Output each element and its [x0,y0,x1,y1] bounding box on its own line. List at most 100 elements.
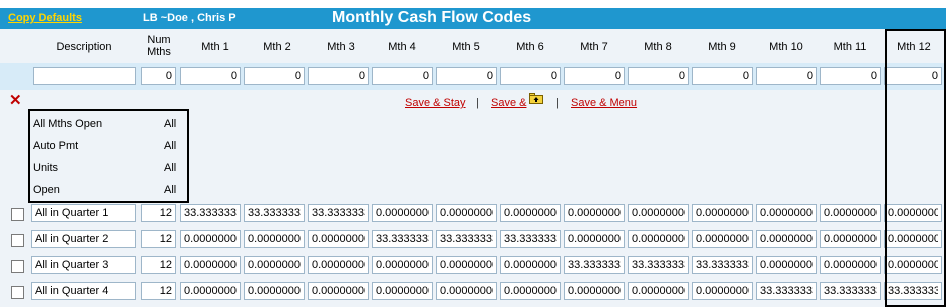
row-mth-4-input[interactable] [372,230,433,248]
row-num-mths-input[interactable] [141,282,176,300]
save-menu-link[interactable]: Save & Menu [571,97,637,109]
row-mth-2-input[interactable] [244,282,305,300]
row-mth-9-input[interactable] [692,256,753,274]
row-mth-4-input[interactable] [372,204,433,222]
row-mth-2-input[interactable] [244,256,305,274]
column-header-mth-10: Mth 10 [769,41,803,53]
row-mth-1-input[interactable] [180,230,241,248]
row-mth-8-input[interactable] [628,256,689,274]
title-bar: Copy Defaults LB ~Doe , Chris P Monthly … [0,8,946,29]
option-label: Auto Pmt [33,140,79,152]
row-mth-8-input[interactable] [628,204,689,222]
row-description-input[interactable] [31,282,136,300]
column-header-mth-8: Mth 8 [644,41,672,53]
row-mth-10-input[interactable] [756,282,817,300]
mth-2-input[interactable] [244,67,305,85]
mth-6-input[interactable] [500,67,561,85]
row-mth-8-input[interactable] [628,230,689,248]
row-mth-11-input[interactable] [820,256,881,274]
row-description-input[interactable] [31,256,136,274]
row-mth-11-input[interactable] [820,230,881,248]
row-mth-2-input[interactable] [244,204,305,222]
save-folder-link[interactable]: Save & [491,97,526,109]
row-mth-9-input[interactable] [692,282,753,300]
row-mth-7-input[interactable] [564,230,625,248]
row-num-mths-input[interactable] [141,204,176,222]
row-mth-4-input[interactable] [372,282,433,300]
row-mth-9-input[interactable] [692,230,753,248]
num-mths-input[interactable] [141,67,176,85]
row-mth-5-input[interactable] [436,230,497,248]
row-num-mths-input[interactable] [141,230,176,248]
row-mth-1-input[interactable] [180,204,241,222]
mth-3-input[interactable] [308,67,369,85]
row-mth-10-input[interactable] [756,256,817,274]
mth-9-input[interactable] [692,67,753,85]
option-value[interactable]: All [164,118,176,130]
row-checkbox[interactable] [11,208,24,221]
row-mth-6-input[interactable] [500,204,561,222]
row-mth-7-input[interactable] [564,282,625,300]
row-mth-5-input[interactable] [436,256,497,274]
mth-8-input[interactable] [628,67,689,85]
column-header-mth-11: Mth 11 [833,41,867,53]
row-mth-5-input[interactable] [436,204,497,222]
column-header-num-mths-label: Num Mths [147,34,171,58]
row-description-input[interactable] [31,204,136,222]
row-mth-3-input[interactable] [308,256,369,274]
row-mth-6-input[interactable] [500,230,561,248]
row-mth-9-input[interactable] [692,204,753,222]
row-mth-10-input[interactable] [756,230,817,248]
option-label: Open [33,184,60,196]
close-icon[interactable]: ✕ [9,91,22,109]
row-mth-1-input[interactable] [180,282,241,300]
mth-11-input[interactable] [820,67,881,85]
row-mth-11-input[interactable] [820,204,881,222]
column-header-mth-2: Mth 2 [263,41,291,53]
row-mth-5-input[interactable] [436,282,497,300]
row-mth-3-input[interactable] [308,230,369,248]
row-checkbox[interactable] [11,286,24,299]
row-mth-7-input[interactable] [564,256,625,274]
option-value[interactable]: All [164,184,176,196]
copy-defaults-link[interactable]: Copy Defaults [8,12,82,24]
mth-7-input[interactable] [564,67,625,85]
description-input[interactable] [33,67,136,85]
row-mth-6-input[interactable] [500,256,561,274]
row-checkbox[interactable] [11,234,24,247]
row-num-mths-input[interactable] [141,256,176,274]
row-mth-11-input[interactable] [820,282,881,300]
option-label: All Mths Open [33,118,103,130]
column-header-mth-3: Mth 3 [327,41,355,53]
row-mth-3-input[interactable] [308,282,369,300]
row-mth-6-input[interactable] [500,282,561,300]
row-mth-8-input[interactable] [628,282,689,300]
folder-up-icon[interactable] [529,93,543,104]
column-header-mth-4: Mth 4 [388,41,416,53]
row-mth-2-input[interactable] [244,230,305,248]
user-name: LB ~Doe , Chris P [143,12,236,24]
column-header-num-mths: Num Mths [141,34,177,58]
mth-4-input[interactable] [372,67,433,85]
separator: | [556,97,559,109]
mth-12-highlight [885,29,946,307]
column-header-mth-7: Mth 7 [580,41,608,53]
mth-5-input[interactable] [436,67,497,85]
row-description-input[interactable] [31,230,136,248]
mth-10-input[interactable] [756,67,817,85]
row-mth-7-input[interactable] [564,204,625,222]
row-checkbox[interactable] [11,260,24,273]
separator: | [476,97,479,109]
row-mth-10-input[interactable] [756,204,817,222]
column-header-mth-9: Mth 9 [708,41,736,53]
row-mth-3-input[interactable] [308,204,369,222]
option-value[interactable]: All [164,140,176,152]
mth-1-input[interactable] [180,67,241,85]
row-mth-4-input[interactable] [372,256,433,274]
option-value[interactable]: All [164,162,176,174]
save-stay-link[interactable]: Save & Stay [405,97,466,109]
column-header-mth-1: Mth 1 [201,41,229,53]
row-mth-1-input[interactable] [180,256,241,274]
column-header-mth-5: Mth 5 [452,41,480,53]
option-label: Units [33,162,59,174]
